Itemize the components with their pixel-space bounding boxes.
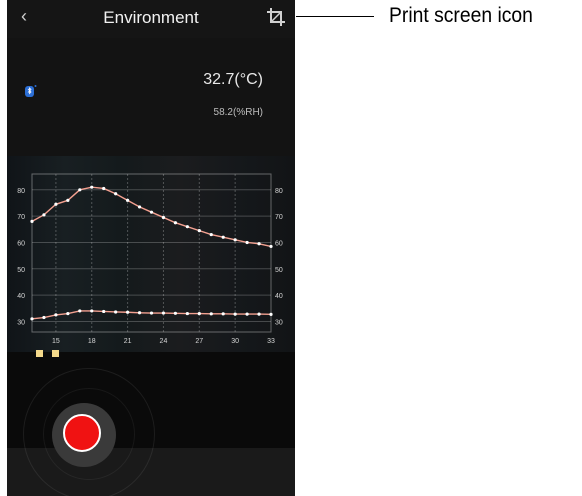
data-point <box>209 312 213 316</box>
chart-area: 80 80 70 70 60 60 50 50 40 40 30 30 15 18 21 24 27 30 33 <box>7 156 295 352</box>
data-point <box>185 311 189 316</box>
data-point <box>54 202 58 206</box>
data-point <box>78 188 82 192</box>
y-tick-label-right: 70 <box>275 214 283 221</box>
data-point <box>90 185 94 189</box>
data-point <box>245 240 249 245</box>
data-point <box>42 315 46 320</box>
y-tick-label-right: 30 <box>275 319 283 326</box>
callout-label: Print screen icon <box>389 4 533 27</box>
legend-marker-1 <box>36 350 43 357</box>
data-point <box>137 311 142 315</box>
data-point <box>257 242 261 246</box>
data-point <box>90 309 94 313</box>
data-point <box>114 192 118 196</box>
data-point <box>137 205 142 209</box>
y-tick-label-right: 80 <box>275 188 283 195</box>
data-point <box>173 221 177 225</box>
data-point <box>78 309 82 313</box>
reading-panel: 32.7(°C) 58.2(%RH) <box>7 38 295 156</box>
data-point <box>197 311 201 316</box>
data-point <box>126 198 130 202</box>
y-tick-label-left: 30 <box>17 319 25 326</box>
data-point <box>233 312 237 316</box>
temperature-value: 32.7(°C) <box>203 71 263 88</box>
data-point <box>221 235 225 239</box>
y-tick-label-right: 40 <box>275 293 283 300</box>
page-title: Environment <box>103 8 199 27</box>
data-point <box>197 229 201 233</box>
x-tick-label: 15 <box>52 338 60 345</box>
callout-line <box>296 16 374 17</box>
humidity-value: 58.2(%RH) <box>213 107 263 118</box>
data-point <box>173 311 177 315</box>
y-tick-label-left: 60 <box>17 240 25 247</box>
app-header: ‹ Environment <box>7 0 295 38</box>
data-point <box>102 186 106 191</box>
data-point <box>30 317 34 321</box>
y-tick-label-left: 80 <box>17 188 25 195</box>
data-point <box>42 213 46 217</box>
data-point <box>102 309 106 314</box>
x-tick-label: 18 <box>88 338 96 345</box>
x-tick-label: 27 <box>195 338 203 345</box>
series-line-1 <box>31 186 272 248</box>
data-point <box>245 312 249 316</box>
data-point <box>149 311 154 315</box>
data-point <box>233 238 237 242</box>
data-point <box>54 313 58 317</box>
data-point <box>257 312 261 316</box>
data-point <box>185 225 189 229</box>
y-tick-label-left: 40 <box>17 293 25 300</box>
data-point <box>209 232 213 237</box>
data-point <box>221 312 225 316</box>
plot-frame <box>31 173 272 333</box>
data-point <box>66 311 70 316</box>
data-point <box>30 219 34 223</box>
y-tick-label-right: 50 <box>275 267 283 274</box>
data-point <box>269 244 273 249</box>
x-tick-label: 24 <box>160 338 168 345</box>
phone-screen: ‹ Environment 32.7(°C) 58.2(%RH) 80 80 70 7… <box>7 0 295 496</box>
x-tick-label: 21 <box>124 338 132 345</box>
data-point <box>66 198 70 202</box>
data-point <box>161 215 166 220</box>
data-point <box>269 312 273 316</box>
crop-icon[interactable] <box>265 6 287 28</box>
data-point <box>161 311 166 315</box>
y-tick-label-left: 50 <box>17 267 25 274</box>
x-tick-label: 33 <box>267 338 275 345</box>
line-chart: 80 80 70 70 60 60 50 50 40 40 30 30 15 18 21 24 27 30 33 <box>17 173 283 345</box>
data-point <box>114 310 118 314</box>
record-button[interactable] <box>63 414 101 452</box>
x-tick-label: 30 <box>231 338 239 345</box>
data-point <box>126 310 130 314</box>
data-point <box>149 210 154 214</box>
y-tick-label-left: 70 <box>17 214 25 221</box>
y-tick-label-right: 60 <box>275 240 283 247</box>
bluetooth-icon <box>25 85 37 97</box>
legend-marker-2 <box>52 350 59 357</box>
